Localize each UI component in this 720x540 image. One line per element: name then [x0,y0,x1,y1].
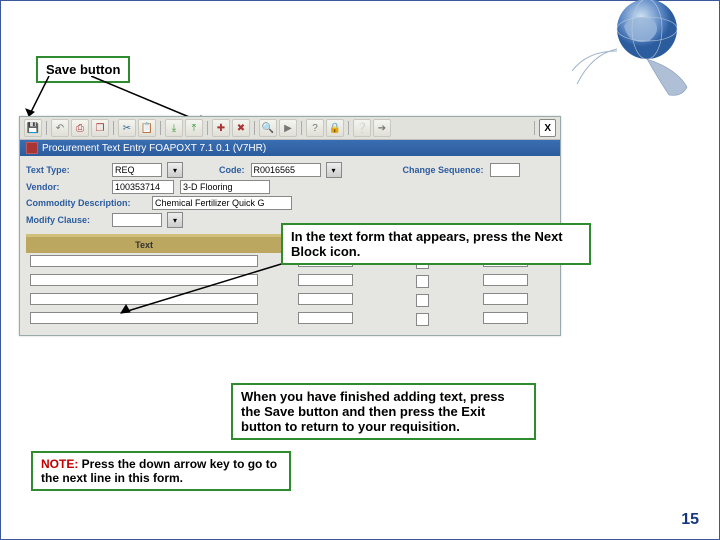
label-vendor: Vendor: [26,182,106,192]
field-text-type[interactable]: REQ [112,163,162,177]
titlebar-icon [26,142,38,154]
toolbar-separator [348,121,349,135]
page-number: 15 [681,511,699,529]
field-modify[interactable] [112,213,162,227]
toolbar-separator [534,121,535,135]
save-icon[interactable]: 💾 [24,119,42,137]
copy-icon[interactable]: ❐ [91,119,109,137]
cell-text[interactable] [30,274,258,286]
field-commodity[interactable]: Chemical Fertilizer Quick G [152,196,292,210]
lock-icon[interactable]: 🔒 [326,119,344,137]
toolbar-separator [160,121,161,135]
table-row [26,291,554,310]
enter-query-icon[interactable]: 🔍 [259,119,277,137]
paste-icon[interactable]: 📋 [138,119,156,137]
cell-line[interactable] [483,312,528,324]
col-text: Text [26,237,262,253]
label-text-type: Text Type: [26,165,106,175]
previous-block-icon[interactable]: ⤒ [185,119,203,137]
callout-next-block: In the text form that appears, press the… [281,223,591,265]
cell-text[interactable] [30,255,258,267]
cell-clause[interactable] [298,293,353,305]
question-icon[interactable]: ❔ [353,119,371,137]
toolbar-separator [254,121,255,135]
help-icon[interactable]: ? [306,119,324,137]
label-code: Code: [219,165,245,175]
label-modify: Modify Clause: [26,215,106,225]
callout-save-text: Save button [46,62,120,77]
table-row [26,272,554,291]
callout-finish-text: When you have finished adding text, pres… [241,389,505,434]
arrow-icon[interactable]: ➔ [373,119,391,137]
checkbox-print[interactable] [416,294,429,307]
callout-next-text: In the text form that appears, press the… [291,229,563,259]
dropdown-modify[interactable]: ▾ [167,212,183,228]
field-vendor-id[interactable]: 100353714 [112,180,174,194]
cell-line[interactable] [483,274,528,286]
cell-text[interactable] [30,312,258,324]
field-vendor-name[interactable]: 3-D Flooring [180,180,270,194]
checkbox-print[interactable] [416,313,429,326]
cut-icon[interactable]: ✂ [118,119,136,137]
cell-text[interactable] [30,293,258,305]
callout-finish: When you have finished adding text, pres… [231,383,536,440]
table-row [26,310,554,329]
rollback-icon[interactable]: ↶ [51,119,69,137]
toolbar: 💾 ↶ ⎙ ❐ ✂ 📋 ⤓ ⤒ ✚ ✖ 🔍 ▶ ? 🔒 ❔ ➔ X [20,117,560,140]
dropdown-code[interactable]: ▾ [326,162,342,178]
callout-save: Save button [36,56,130,83]
delete-record-icon[interactable]: ✖ [232,119,250,137]
callout-note-prefix: NOTE: [41,457,78,471]
window-title: Procurement Text Entry FOAPOXT 7.1 0.1 (… [42,143,266,154]
toolbar-separator [46,121,47,135]
cell-clause[interactable] [298,312,353,324]
toolbar-separator [301,121,302,135]
print-icon[interactable]: ⎙ [71,119,89,137]
toolbar-separator [113,121,114,135]
toolbar-separator [207,121,208,135]
window-titlebar: Procurement Text Entry FOAPOXT 7.1 0.1 (… [20,140,560,156]
callout-note: NOTE: Press the down arrow key to go to … [31,451,291,491]
execute-query-icon[interactable]: ▶ [279,119,297,137]
field-change-seq[interactable] [490,163,520,177]
exit-button[interactable]: X [539,119,556,137]
dropdown-text-type[interactable]: ▾ [167,162,183,178]
next-block-icon[interactable]: ⤓ [165,119,183,137]
label-commodity: Commodity Description: [26,198,146,208]
cell-line[interactable] [483,293,528,305]
checkbox-print[interactable] [416,275,429,288]
insert-record-icon[interactable]: ✚ [212,119,230,137]
label-change-seq: Change Sequence: [403,165,484,175]
cell-clause[interactable] [298,274,353,286]
decoration-globe [569,0,699,101]
field-code[interactable]: R0016565 [251,163,321,177]
